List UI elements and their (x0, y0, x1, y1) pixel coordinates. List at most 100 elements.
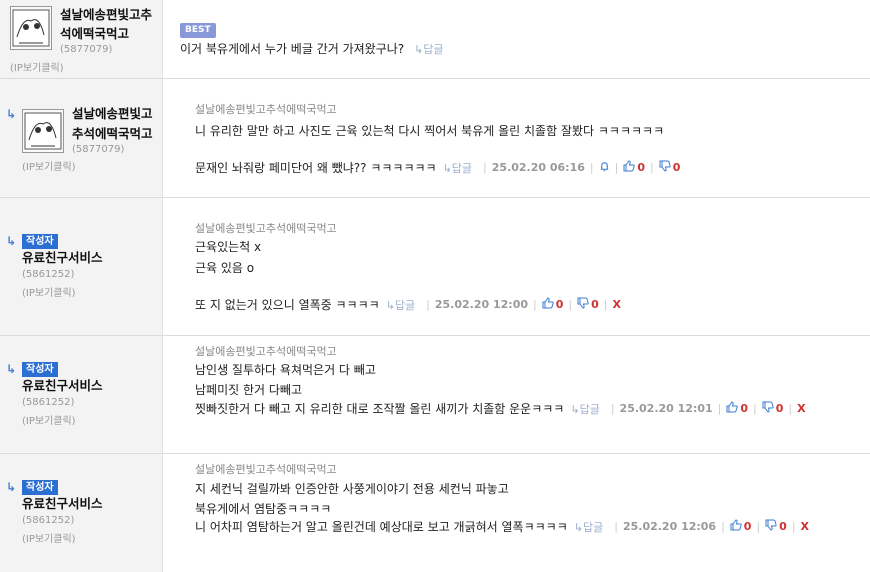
user-id: (5861252) (22, 515, 75, 526)
comment-text: 북유게에서 염탐중ㅋㅋㅋㅋ (195, 502, 332, 516)
downvote-count: 0 (779, 520, 787, 533)
comment-text: 근육있는척 x (195, 240, 262, 254)
comment-text: 또 지 없는거 있으니 열폭중 ㅋㅋㅋㅋ (195, 298, 380, 312)
reply-arrow-icon: ↳ (6, 362, 17, 376)
user-id: (5877079) (60, 44, 113, 55)
separator: | (753, 402, 757, 415)
ip-view-link[interactable]: (IP보기클릭) (22, 284, 76, 299)
best-badge: BEST (180, 23, 216, 38)
reply-link[interactable]: ↳답글 (570, 401, 599, 417)
user-id: (5861252) (22, 269, 75, 280)
separator: | (589, 161, 594, 174)
writer-badge: 작성자 (22, 234, 58, 249)
comment-text: 근육 있음 o (195, 261, 255, 275)
upvote-count: 0 (740, 402, 749, 415)
separator: | (603, 298, 608, 311)
thumbs-down-icon[interactable] (577, 297, 589, 312)
separator: | (533, 298, 537, 311)
comment-row: ↳ 설날에송편빛고 추석에떡국먹고 (5877079) (IP보기클릭) 설날에… (0, 79, 870, 198)
delete-button[interactable]: X (801, 520, 809, 533)
upvote-count: 0 (555, 298, 564, 311)
reply-link[interactable]: ↳답글 (386, 297, 415, 313)
reply-arrow-icon: ↳ (6, 480, 17, 494)
thumbs-up-icon[interactable] (542, 297, 554, 312)
comment-text: 남페미짓 한거 다빼고 (195, 383, 302, 397)
comment-meta: 또 지 없는거 있으니 열폭중 ㅋㅋㅋㅋ ↳답글 | 25.02.20 12:0… (195, 296, 621, 313)
user-id: (5861252) (22, 397, 75, 408)
comment-meta: 니 어차피 염탐하는거 알고 올린건데 예상대로 보고 개긁혀서 열폭ㅋㅋㅋㅋ … (195, 518, 809, 535)
user-id: (5877079) (72, 144, 125, 155)
reply-target: 설날에송편빛고추석에떡국먹고 (195, 103, 337, 116)
nickname[interactable]: 설날에송편빛고 (72, 104, 153, 124)
reply-arrow-icon: ↳ (6, 234, 17, 248)
upvote-count: 0 (743, 520, 752, 533)
ip-view-link[interactable]: (IP보기클릭) (22, 412, 76, 427)
avatar[interactable] (22, 109, 64, 153)
author-panel: ↳ 설날에송편빛고 추석에떡국먹고 (5877079) (IP보기클릭) (0, 79, 163, 197)
delete-button[interactable]: X (612, 298, 620, 311)
comment-body: 설날에송편빛고추석에떡국먹고 니 유리한 말만 하고 사진도 근육 있는척 다시… (163, 79, 870, 197)
reply-link[interactable]: ↳답글 (443, 160, 472, 176)
comment-text: 니 어차피 염탐하는거 알고 올린건데 예상대로 보고 개긁혀서 열폭ㅋㅋㅋㅋ (195, 520, 568, 534)
comment-text: 찟빠짓한거 다 빼고 지 유리한 대로 조작짤 올린 새끼가 치졸함 운운ㅋㅋㅋ (195, 402, 565, 416)
reply-link[interactable]: ↳답글 (574, 519, 603, 535)
upvote-count: 0 (637, 161, 645, 174)
comment-body: 설날에송편빛고추석에떡국먹고 지 세컨닉 걸릴까봐 인증안한 사쭝게이야기 전용… (163, 454, 870, 572)
comment-row: ↳ 작성자 유료친구서비스 (5861252) (IP보기클릭) 설날에송편빛고… (0, 198, 870, 336)
comment-text: 지 세컨닉 걸릴까봐 인증안한 사쭝게이야기 전용 세컨닉 파놓고 (195, 482, 509, 496)
nickname[interactable]: 유료친구서비스 (22, 376, 103, 396)
comment-row: ↳ 작성자 유료친구서비스 (5861252) (IP보기클릭) 설날에송편빛고… (0, 454, 870, 572)
reply-arrow-icon: ↳ (6, 107, 17, 121)
timestamp: 25.02.20 12:06 (622, 520, 717, 533)
nickname[interactable]: 설날에송편빛고추 (60, 5, 152, 25)
comment-row: ↳ 작성자 유료친구서비스 (5861252) (IP보기클릭) 설날에송편빛고… (0, 336, 870, 454)
comment-body: 설날에송편빛고추석에떡국먹고 근육있는척 x 근육 있음 o 또 지 없는거 있… (163, 198, 870, 335)
timestamp: 25.02.20 12:00 (434, 298, 528, 311)
separator: | (426, 298, 430, 311)
thumbs-down-icon[interactable] (765, 519, 777, 534)
nickname[interactable]: 유료친구서비스 (22, 494, 103, 514)
ip-view-link[interactable]: (IP보기클릭) (22, 530, 76, 545)
reply-target: 설날에송편빛고추석에떡국먹고 (195, 222, 337, 235)
avatar[interactable] (10, 6, 52, 50)
downvote-count: 0 (672, 161, 681, 174)
comment-meta: 문재인 놔줘랑 페미단어 왜 뺐냐?? ㅋㅋㅋㅋㅋㅋ ↳답글 | 25.02.2… (195, 159, 680, 176)
reply-target: 설날에송편빛고추석에떡국먹고 (195, 463, 337, 476)
separator: | (721, 520, 725, 533)
reply-link[interactable]: ↳답글 (414, 43, 443, 56)
comment-body: BEST 이거 북유게에서 누가 베글 간거 가져왔구나? ↳답글 (163, 0, 870, 78)
thumbs-up-icon[interactable] (623, 160, 635, 175)
author-panel: 설날에송편빛고추 석에떡국먹고 (5877079) (IP보기클릭) (0, 0, 163, 78)
downvote-count: 0 (591, 298, 599, 311)
writer-badge: 작성자 (22, 362, 58, 377)
separator: | (614, 520, 618, 533)
comment-meta: 찟빠짓한거 다 빼고 지 유리한 대로 조작짤 올린 새끼가 치졸함 운운ㅋㅋㅋ… (195, 400, 806, 417)
delete-button[interactable]: X (797, 402, 805, 415)
separator: | (568, 298, 573, 311)
comment-body: 설날에송편빛고추석에떡국먹고 남인생 질투하다 욕쳐먹은거 다 빼고 남페미짓 … (163, 336, 870, 453)
separator: | (717, 402, 722, 415)
bell-icon[interactable] (599, 161, 610, 175)
comment-text: 문재인 놔줘랑 페미단어 왜 뺐냐?? ㅋㅋㅋㅋㅋㅋ (195, 161, 437, 175)
ip-view-link[interactable]: (IP보기클릭) (10, 59, 64, 74)
separator: | (756, 520, 761, 533)
comment-text: 남인생 질투하다 욕쳐먹은거 다 빼고 (195, 363, 376, 377)
thumbs-down-icon[interactable] (762, 401, 774, 416)
nickname-line2[interactable]: 추석에떡국먹고 (72, 124, 153, 144)
timestamp: 25.02.20 12:01 (619, 402, 713, 415)
comment-text-line: 이거 북유게에서 누가 베글 간거 가져왔구나? ↳답글 (180, 40, 449, 57)
separator: | (649, 161, 654, 174)
thumbs-up-icon[interactable] (726, 401, 739, 416)
nickname-line2[interactable]: 석에떡국먹고 (60, 24, 129, 44)
separator: | (614, 161, 619, 174)
comment-text: 니 유리한 말만 하고 사진도 근육 있는척 다시 찍어서 북유게 올린 치졸함… (195, 124, 665, 138)
thumbs-down-icon[interactable] (659, 160, 671, 175)
reply-target: 설날에송편빛고추석에떡국먹고 (195, 345, 337, 358)
comment-text: 이거 북유게에서 누가 베글 간거 가져왔구나? (180, 42, 405, 56)
ip-view-link[interactable]: (IP보기클릭) (22, 158, 76, 173)
separator: | (791, 520, 796, 533)
separator: | (788, 402, 793, 415)
comment-row: 설날에송편빛고추 석에떡국먹고 (5877079) (IP보기클릭) BEST … (0, 0, 870, 79)
thumbs-up-icon[interactable] (730, 519, 742, 534)
nickname[interactable]: 유료친구서비스 (22, 248, 103, 268)
